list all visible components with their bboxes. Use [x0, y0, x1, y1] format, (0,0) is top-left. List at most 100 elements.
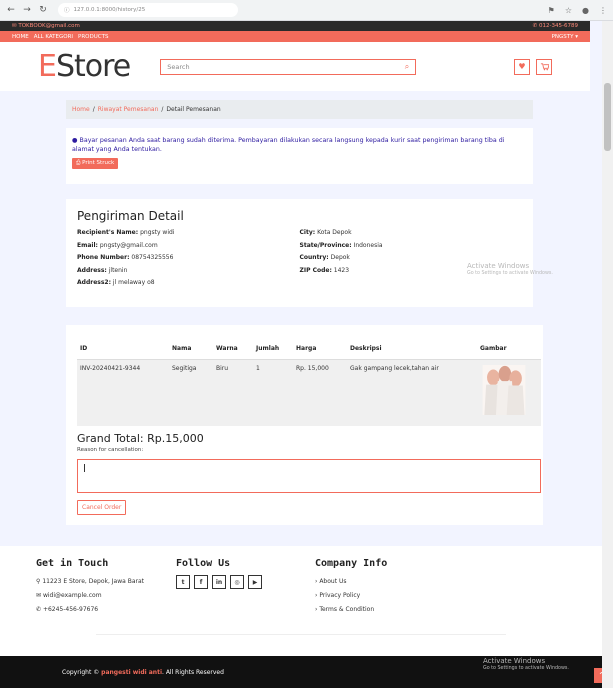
footer-divider: [96, 634, 506, 635]
link-about-us[interactable]: About Us: [319, 578, 346, 585]
footer-address: 11223 E Store, Depok, Jawa Barat: [42, 578, 144, 585]
back-icon[interactable]: ←: [6, 5, 16, 15]
browser-toolbar: ← → ↻ ⓘ 127.0.0.1:8000/history/25 ⚑ ☆ ● …: [0, 0, 613, 21]
recipient-name: Recipient's Name: pngsty widi: [77, 229, 175, 236]
facebook-icon[interactable]: f: [194, 575, 208, 589]
site-header: EStore Search ⌕ ♥: [0, 42, 590, 91]
profile-icon[interactable]: ●: [582, 6, 589, 15]
wishlist-button[interactable]: ♥: [514, 58, 530, 75]
order-table: ID Nama Warna Jumlah Harga Deskripsi Gam…: [77, 337, 541, 426]
page-scrollbar[interactable]: [602, 21, 613, 688]
bookmark-star-icon[interactable]: ☆: [565, 6, 572, 15]
shipping-details: Pengiriman Detail Recipient's Name: pngs…: [66, 199, 533, 307]
col-jumlah: Jumlah: [253, 337, 293, 360]
topbar-phone: 012-345-6789: [539, 23, 578, 29]
col-id: ID: [77, 337, 169, 360]
youtube-icon[interactable]: ▶: [248, 575, 262, 589]
breadcrumb-current: Detail Pemesanan: [166, 106, 221, 113]
copyright-prefix: Copyright ©: [62, 668, 100, 676]
phone-icon: ✆: [36, 606, 42, 613]
menu-home[interactable]: HOME: [12, 34, 29, 40]
menu-all-kategori[interactable]: ALL KATEGORI: [34, 34, 73, 40]
footer-email[interactable]: widi@example.com: [43, 592, 102, 599]
col-nama: Nama: [169, 337, 213, 360]
alert-message: Bayar pesanan Anda saat barang sudah dit…: [72, 137, 505, 153]
cell-harga: Rp. 15,000: [293, 359, 347, 426]
recipient-city: City: Kota Depok: [299, 229, 352, 236]
chevron-right-icon: ›: [315, 578, 318, 585]
printer-icon: ⎙: [76, 160, 81, 166]
info-icon: ⓘ: [64, 8, 70, 14]
search-placeholder: Search: [167, 62, 190, 71]
estore-logo[interactable]: EStore: [38, 49, 131, 84]
menu-dots-icon[interactable]: ⋮: [599, 6, 607, 15]
address-bar[interactable]: ⓘ 127.0.0.1:8000/history/25: [58, 3, 238, 17]
link-privacy-policy[interactable]: Privacy Policy: [319, 592, 360, 599]
top-contact-bar: ✉ TOKBOOK@gmail.com ✆ 012-345-6789: [0, 21, 590, 31]
chevron-right-icon: ›: [315, 592, 318, 599]
search-icon[interactable]: ⌕: [405, 62, 409, 72]
recipient-state: State/Province: Indonesia: [299, 241, 383, 249]
logo-letter: E: [38, 49, 57, 84]
linkedin-icon[interactable]: in: [212, 575, 226, 589]
product-image: [482, 365, 526, 415]
chevron-right-icon: ›: [315, 606, 318, 613]
link-terms[interactable]: Terms & Condition: [319, 606, 374, 613]
reload-icon[interactable]: ↻: [38, 5, 48, 15]
footer-follow-us: Follow Us t f in ◎ ▶: [176, 558, 262, 589]
cart-button[interactable]: [536, 58, 552, 75]
cancellation-reason-textarea[interactable]: [77, 458, 541, 493]
table-row: INV-20240421-9344 Segitiga Biru 1 Rp. 15…: [77, 359, 541, 426]
twitter-icon[interactable]: t: [176, 575, 190, 589]
recipient-address: Address: jltenin: [77, 266, 128, 274]
breadcrumb-separator: /: [161, 106, 164, 113]
search-input[interactable]: Search ⌕: [160, 58, 417, 75]
site-footer: Get in Touch ⚲ 11223 E Store, Depok, Jaw…: [0, 546, 602, 656]
payment-alert: ● Bayar pesanan Anda saat barang sudah d…: [66, 128, 533, 184]
mail-icon: ✉: [36, 592, 42, 599]
menu-products[interactable]: PRODUCTS: [78, 34, 108, 40]
print-receipt-button[interactable]: ⎙ Print Struck: [72, 158, 119, 169]
copyright-brand[interactable]: pangesti widi anti: [101, 669, 162, 676]
col-harga: Harga: [293, 337, 347, 360]
cell-deskripsi: Gak gampang lecek,tahan air: [347, 359, 477, 426]
recipient-phone: Phone Number: 08754325556: [77, 254, 174, 261]
recipient-email: Email: pngsty@gmail.com: [77, 241, 158, 249]
breadcrumb: Home / Riwayat Pemesanan / Detail Pemesa…: [66, 100, 533, 119]
instagram-icon[interactable]: ◎: [230, 575, 244, 589]
forward-icon[interactable]: →: [22, 5, 32, 15]
heart-icon: ♥: [518, 62, 526, 71]
map-marker-icon: ⚲: [36, 578, 41, 585]
footer-phone: +6245-456-97676: [42, 606, 99, 613]
footer-get-in-touch: Get in Touch ⚲ 11223 E Store, Depok, Jaw…: [36, 558, 144, 617]
breadcrumb-history[interactable]: Riwayat Pemesanan: [98, 106, 159, 113]
info-circle-icon: ●: [72, 137, 78, 144]
breadcrumb-home[interactable]: Home: [72, 106, 90, 113]
extensions-icon[interactable]: ⚑: [548, 6, 555, 15]
cart-icon: [540, 63, 549, 71]
breadcrumb-separator: /: [92, 106, 95, 113]
recipient-address2: Address2: jl melaway o8: [77, 279, 155, 286]
get-in-touch-title: Get in Touch: [36, 558, 109, 569]
url-text: 127.0.0.1:8000/history/25: [73, 7, 146, 13]
activation-watermark-bottom: Activate Windows Go to Settings to activ…: [483, 657, 569, 671]
main-menu: HOME ALL KATEGORI PRODUCTS PNGSTY ▾: [0, 31, 590, 42]
reason-label: Reason for cancellation:: [77, 446, 144, 453]
cell-gambar: [477, 359, 541, 426]
grand-total: Grand Total: Rp.15,000: [77, 431, 204, 445]
col-gambar: Gambar: [477, 337, 541, 360]
follow-us-title: Follow Us: [176, 558, 231, 569]
cell-jumlah: 1: [253, 359, 293, 426]
cell-warna: Biru: [213, 359, 253, 426]
topbar-email: TOKBOOK@gmail.com: [18, 23, 80, 29]
scrollbar-thumb[interactable]: [604, 83, 611, 151]
company-info-title: Company Info: [315, 558, 388, 569]
cell-nama: Segitiga: [169, 359, 213, 426]
print-label: Print Struck: [82, 160, 115, 166]
user-menu[interactable]: PNGSTY ▾: [552, 34, 578, 40]
cell-id: INV-20240421-9344: [77, 359, 169, 426]
activation-watermark: Activate Windows Go to Settings to activ…: [467, 262, 553, 276]
cancel-order-button[interactable]: Cancel Order: [77, 499, 127, 515]
copyright-suffix: . All Rights Reserved: [162, 668, 224, 676]
col-warna: Warna: [213, 337, 253, 360]
